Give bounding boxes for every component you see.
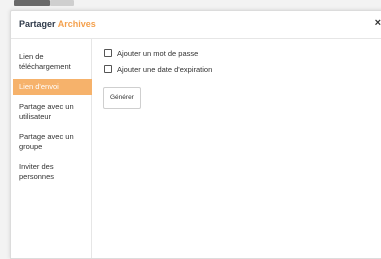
dialog-title-prefix: Partager	[19, 19, 56, 29]
sidebar-item-upload-link[interactable]: Lien d'envoi	[13, 79, 92, 95]
share-dialog: Partager Archives × Lien de téléchargeme…	[10, 10, 381, 259]
background-tab-dark	[14, 0, 50, 6]
expiration-option[interactable]: Ajouter une date d'expiration	[103, 63, 381, 75]
sidebar-item-invite-people[interactable]: Inviter des personnes	[11, 159, 92, 185]
expiration-option-label: Ajouter une date d'expiration	[117, 64, 213, 74]
upload-link-panel: Ajouter un mot de passe Ajouter une date…	[103, 47, 381, 109]
close-icon[interactable]: ×	[375, 16, 381, 30]
sidebar-item-download-link[interactable]: Lien de téléchargement	[11, 49, 92, 75]
share-sidebar: Lien de téléchargement Lien d'envoi Part…	[11, 39, 92, 258]
sidebar-item-share-group[interactable]: Partage avec un groupe	[11, 129, 92, 155]
background-tab-light	[50, 0, 74, 6]
dialog-header: Partager Archives ×	[11, 11, 381, 39]
dialog-title: Partager Archives	[19, 19, 96, 29]
expiration-checkbox[interactable]	[104, 65, 112, 73]
password-option-label: Ajouter un mot de passe	[117, 48, 199, 58]
generate-button[interactable]: Générer	[103, 87, 141, 109]
password-option[interactable]: Ajouter un mot de passe	[103, 47, 381, 59]
dialog-title-folder: Archives	[57, 19, 96, 29]
sidebar-item-share-user[interactable]: Partage avec un utilisateur	[11, 99, 92, 125]
password-checkbox[interactable]	[104, 49, 112, 57]
